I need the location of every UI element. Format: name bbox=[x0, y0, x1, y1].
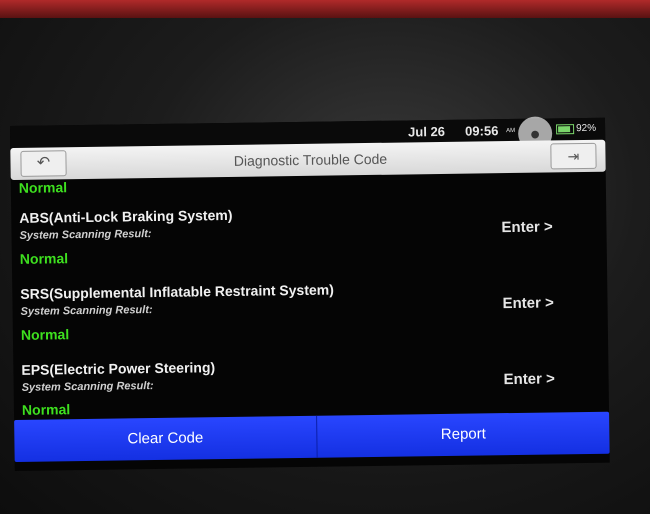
system-status: Normal bbox=[19, 250, 69, 267]
system-scan-label: System Scanning Result: bbox=[19, 228, 152, 242]
back-button[interactable]: ↶ bbox=[20, 150, 67, 177]
system-list[interactable]: Normal ABS(Anti-Lock Braking System) Sys… bbox=[11, 172, 609, 418]
page-title: Diagnostic Trouble Code bbox=[233, 150, 388, 169]
status-date: Jul 26 bbox=[408, 123, 446, 140]
battery-percentage: 92% bbox=[576, 122, 597, 135]
system-name: EPS(Electric Power Steering) bbox=[21, 359, 216, 378]
system-name: ABS(Anti-Lock Braking System) bbox=[19, 206, 233, 226]
action-bar: Clear Code Report bbox=[14, 411, 610, 462]
system-status: Normal bbox=[21, 401, 71, 418]
status-time: 09:56 bbox=[465, 123, 499, 139]
device-screen: Jul 26 09:56 AM ● 92% ↶ Diagnostic Troub… bbox=[10, 116, 610, 471]
enter-button-eps[interactable]: Enter > bbox=[503, 370, 555, 388]
enter-button-abs[interactable]: Enter > bbox=[501, 218, 553, 236]
enter-button-srs[interactable]: Enter > bbox=[502, 294, 554, 312]
clear-code-button[interactable]: Clear Code bbox=[14, 415, 318, 462]
exit-button[interactable]: ⇥ bbox=[550, 142, 597, 170]
system-status-previous: Normal bbox=[18, 179, 68, 196]
system-name: SRS(Supplemental Inflatable Restraint Sy… bbox=[20, 281, 334, 302]
system-scan-label: System Scanning Result: bbox=[20, 304, 153, 318]
back-arrow-icon: ↶ bbox=[36, 154, 51, 172]
system-scan-label: System Scanning Result: bbox=[21, 380, 154, 394]
battery-icon bbox=[556, 124, 575, 135]
exit-icon: ⇥ bbox=[567, 148, 580, 165]
device-housing bbox=[0, 0, 650, 18]
system-status: Normal bbox=[20, 326, 70, 343]
status-ampm: AM bbox=[506, 127, 516, 135]
report-button[interactable]: Report bbox=[317, 412, 610, 458]
